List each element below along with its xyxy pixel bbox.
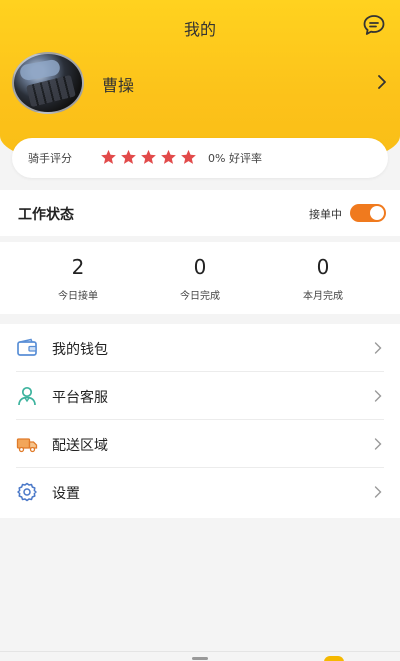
wallet-icon	[17, 338, 37, 356]
delivery-truck-icon	[16, 438, 38, 453]
stat-label: 今日接单	[58, 291, 98, 302]
rating-label: 骑手评分	[28, 152, 72, 165]
star-icon	[121, 149, 136, 164]
chevron-right-icon	[374, 486, 382, 498]
menu-label: 设置	[52, 486, 80, 502]
rating-stars	[100, 149, 197, 165]
stat-today-accepted: 2 今日接单	[28, 254, 128, 302]
avatar[interactable]	[12, 52, 84, 114]
avatar-photo-keyboard	[26, 74, 76, 108]
stat-today-completed: 0 今日完成	[150, 254, 250, 302]
menu-item-customer-service[interactable]: 平台客服	[0, 372, 400, 420]
star-icon	[181, 149, 196, 164]
customer-service-icon	[18, 386, 36, 406]
message-icon[interactable]	[362, 13, 386, 37]
menu-list: 我的钱包 平台客服 配送区域 设置	[0, 324, 400, 518]
menu-item-delivery-area[interactable]: 配送区域	[0, 420, 400, 468]
work-status-card: 工作状态 接单中	[0, 190, 400, 236]
stat-value: 2	[71, 255, 85, 279]
chevron-right-icon	[378, 75, 386, 89]
accept-orders-toggle[interactable]	[350, 204, 386, 222]
toggle-knob	[370, 206, 384, 220]
profile-row[interactable]: 曹操	[12, 52, 392, 114]
rating-card: 骑手评分 0% 好评率	[12, 138, 388, 178]
stats-card: 2 今日接单 0 今日完成 0 本月完成	[0, 242, 400, 314]
menu-label: 平台客服	[52, 390, 108, 406]
stat-month-completed: 0 本月完成	[273, 254, 373, 302]
menu-item-wallet[interactable]: 我的钱包	[0, 324, 400, 372]
tab-icon-partial[interactable]	[192, 657, 208, 660]
menu-label: 我的钱包	[52, 342, 108, 358]
menu-label: 配送区域	[52, 438, 108, 454]
bottom-tab-bar	[0, 651, 400, 661]
stat-label: 今日完成	[180, 291, 220, 302]
star-icon	[161, 149, 176, 164]
profile-page: 我的 曹操 骑手评分 0% 好评率 工作状态 接单中 2 今日接单 0 今日完成…	[0, 0, 400, 661]
username: 曹操	[102, 76, 135, 95]
chevron-right-icon	[374, 342, 382, 354]
accept-orders-label: 接单中	[309, 208, 342, 221]
work-status-title: 工作状态	[18, 207, 74, 223]
stat-label: 本月完成	[303, 291, 343, 302]
positive-rate: 0% 好评率	[208, 152, 262, 165]
chevron-right-icon	[374, 390, 382, 402]
star-icon	[141, 149, 156, 164]
page-title: 我的	[183, 20, 216, 39]
stat-value: 0	[193, 255, 207, 279]
chevron-right-icon	[374, 438, 382, 450]
star-icon	[101, 149, 116, 164]
menu-item-settings[interactable]: 设置	[0, 468, 400, 516]
tab-icon-active-partial[interactable]	[324, 656, 344, 661]
stat-value: 0	[316, 255, 330, 279]
settings-gear-icon	[17, 482, 37, 502]
